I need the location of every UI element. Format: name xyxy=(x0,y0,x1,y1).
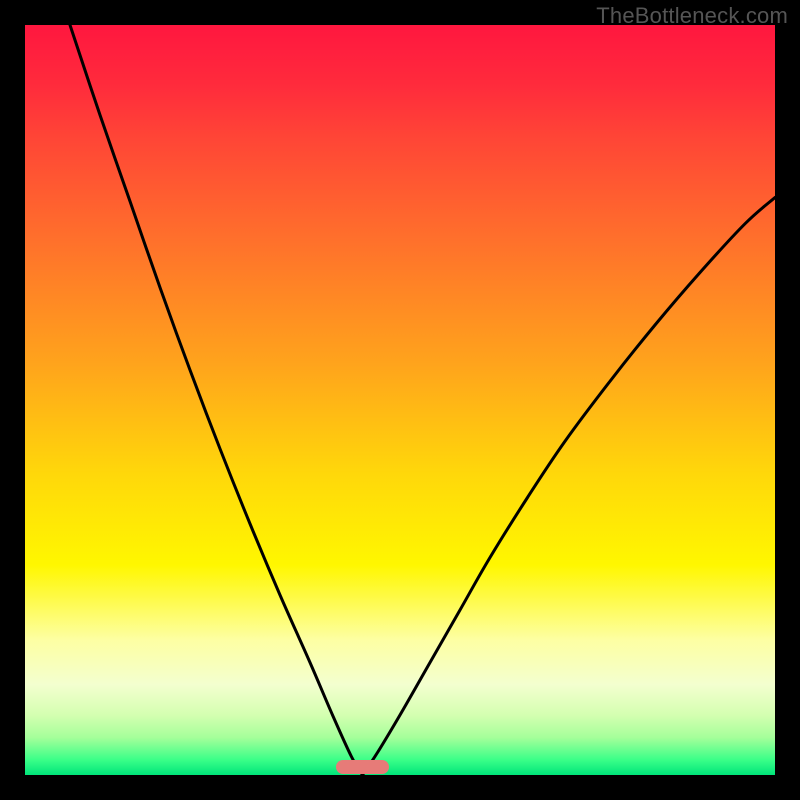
outer-frame: TheBottleneck.com xyxy=(0,0,800,800)
plot-area xyxy=(25,25,775,775)
left-curve xyxy=(70,25,363,775)
curves-svg xyxy=(25,25,775,775)
right-curve xyxy=(363,198,776,776)
bottleneck-marker xyxy=(336,760,389,774)
